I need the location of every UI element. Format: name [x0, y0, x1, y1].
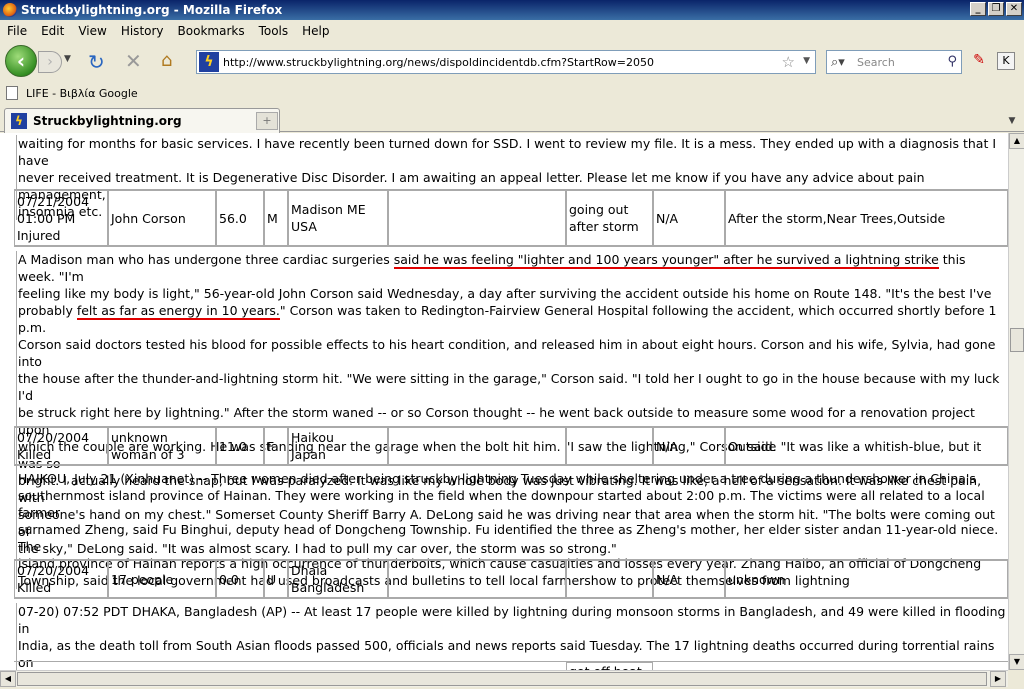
hscroll-thumb[interactable]: [17, 672, 987, 686]
stop-icon[interactable]: ✕: [125, 49, 142, 73]
location-cell: Madison ME USA: [288, 190, 388, 246]
scroll-up-icon[interactable]: ▲: [1009, 133, 1024, 149]
url-dropdown-icon[interactable]: ▼: [803, 56, 810, 66]
menu-bar: File Edit View History Bookmarks Tools H…: [0, 20, 1024, 42]
scroll-down-icon[interactable]: ▼: [1009, 654, 1024, 670]
horizontal-scrollbar[interactable]: ◀ ▶: [0, 670, 1008, 687]
page-content: waiting for months for basic services. I…: [0, 133, 1008, 670]
tab-list-icon[interactable]: ▼: [1004, 112, 1020, 130]
back-button[interactable]: ‹: [5, 45, 37, 77]
sex-cell: U: [264, 560, 288, 598]
circumstance-cell: After the storm,Near Trees,Outside: [725, 190, 1008, 246]
new-tab-button[interactable]: +: [256, 112, 278, 130]
activity-cell: [566, 560, 653, 598]
age-cell: 56.0: [216, 190, 264, 246]
history-dropdown-icon[interactable]: ▼: [64, 54, 71, 64]
date-cell: 07/21/2004 01:00 PM Injured: [14, 190, 108, 246]
tab-bar: ϟ Struckbylightning.org + ▼: [0, 106, 1024, 133]
text-line: feeling like my body is light," 56-year-…: [18, 286, 992, 301]
navigation-toolbar: ‹ › ▼ ↻ ✕ ⌂ ϟ http://www.struckbylightni…: [0, 42, 1024, 80]
empty-cell: [388, 427, 566, 465]
menu-tools[interactable]: Tools: [252, 24, 296, 38]
window-title: Struckbylightning.org - Mozilla Firefox: [21, 3, 283, 17]
date-cell: 07/20/2004 Killed: [14, 560, 108, 598]
close-button[interactable]: ✕: [1006, 2, 1022, 16]
menu-edit[interactable]: Edit: [34, 24, 71, 38]
activity-cell: [566, 427, 653, 465]
maximize-button[interactable]: ❐: [988, 2, 1004, 16]
menu-view[interactable]: View: [71, 24, 113, 38]
title-bar: Struckbylightning.org - Mozilla Firefox …: [0, 0, 1024, 20]
circumstance-cell: unknown: [725, 560, 1008, 598]
date-cell: 07/20/2004 Killed: [14, 427, 108, 465]
scroll-left-icon[interactable]: ◀: [0, 671, 16, 687]
text-line: the house after the thunder-and-lightnin…: [18, 371, 1000, 403]
menu-history[interactable]: History: [114, 24, 171, 38]
tab-struckbylightning[interactable]: ϟ Struckbylightning.org: [4, 108, 280, 133]
text-line: HAIKOU, July 21 (Xinhuanet) -- Three wom…: [18, 471, 976, 486]
table-row: got off boat: [14, 661, 1008, 670]
tab-title: Struckbylightning.org: [33, 114, 182, 128]
name-cell: 17 people: [108, 560, 216, 598]
age-cell: 0.0: [216, 560, 264, 598]
status-cell: N/A: [653, 427, 725, 465]
browser-window: Struckbylightning.org - Mozilla Firefox …: [0, 0, 1024, 689]
firefox-icon: [3, 3, 17, 17]
table-row: 07/21/2004 01:00 PM Injured John Corson 56.0…: [14, 189, 1008, 247]
search-input[interactable]: Search: [857, 56, 895, 69]
url-bar[interactable]: ϟ http://www.struckbylightning.org/news/…: [196, 50, 816, 74]
addon-icon[interactable]: ✎: [970, 52, 988, 70]
location-cell: Dhaia Bangladesh: [288, 560, 388, 598]
age-cell: 11.0: [216, 427, 264, 465]
text-line: 07-20) 07:52 PDT DHAKA, Bangladesh (AP) …: [18, 604, 1006, 636]
text-line: Corson said doctors tested his blood for…: [18, 337, 996, 369]
activity-cell: got off boat: [566, 662, 653, 670]
vertical-scrollbar[interactable]: ▲ ▼: [1008, 133, 1024, 670]
scroll-right-icon[interactable]: ▶: [990, 671, 1006, 687]
search-go-icon[interactable]: ⚲: [947, 54, 957, 69]
search-engine-icon[interactable]: ⌕▾: [827, 55, 857, 70]
menu-help[interactable]: Help: [295, 24, 336, 38]
empty-cell: [388, 560, 566, 598]
status-cell: N/A: [653, 560, 725, 598]
search-box[interactable]: ⌕▾ Search ⚲: [826, 50, 962, 74]
reload-icon[interactable]: ↻: [88, 50, 105, 74]
text-line: probably felt as far as energy in 10 yea…: [18, 303, 997, 335]
site-lightning-icon: ϟ: [199, 52, 219, 72]
circumstance-cell: Outside: [725, 427, 1008, 465]
underlined-quote: felt as far as energy in 10 years.: [76, 303, 280, 320]
empty-cell: [388, 190, 566, 246]
text-line: southernmost island province of Hainan. …: [18, 488, 985, 520]
text-line: A Madison man who has undergone three ca…: [18, 252, 966, 284]
addon-k-icon[interactable]: K: [997, 52, 1015, 70]
bookmark-item[interactable]: LIFE - Βιβλία Google: [26, 87, 138, 100]
name-cell: unknown woman of 3: [108, 427, 216, 465]
page-icon: [6, 86, 18, 100]
sex-cell: M: [264, 190, 288, 246]
forward-button[interactable]: ›: [38, 51, 62, 73]
scrollbar-corner: [1008, 670, 1024, 689]
activity-cell: going out after storm: [566, 190, 653, 246]
minimize-button[interactable]: _: [970, 2, 986, 16]
scroll-thumb[interactable]: [1010, 328, 1024, 352]
table-row: 07/20/2004 Killed unknown woman of 3 11.0 F Ha…: [14, 426, 1008, 466]
bookmark-star-icon[interactable]: ☆: [782, 53, 795, 71]
underlined-quote: said he was feeling "lighter and 100 yea…: [393, 252, 939, 269]
menu-bookmarks[interactable]: Bookmarks: [171, 24, 252, 38]
url-text[interactable]: http://www.struckbylightning.org/news/di…: [223, 56, 654, 69]
table-row: 07/20/2004 Killed 17 people 0.0 U Dhaia Bangla…: [14, 559, 1008, 599]
location-cell: Haikou Japan: [288, 427, 388, 465]
name-cell: John Corson: [108, 190, 216, 246]
bookmarks-toolbar: LIFE - Βιβλία Google: [0, 82, 1024, 104]
menu-file[interactable]: File: [0, 24, 34, 38]
story-dhaka: 07-20) 07:52 PDT DHAKA, Bangladesh (AP) …: [16, 603, 1006, 670]
text-line: surnamed Zheng, said Fu Binghui, deputy …: [18, 522, 999, 554]
text-line: waiting for months for basic services. I…: [18, 136, 997, 168]
status-cell: N/A: [653, 190, 725, 246]
home-icon[interactable]: ⌂: [161, 50, 172, 71]
sex-cell: F: [264, 427, 288, 465]
tab-favicon-icon: ϟ: [11, 113, 27, 129]
